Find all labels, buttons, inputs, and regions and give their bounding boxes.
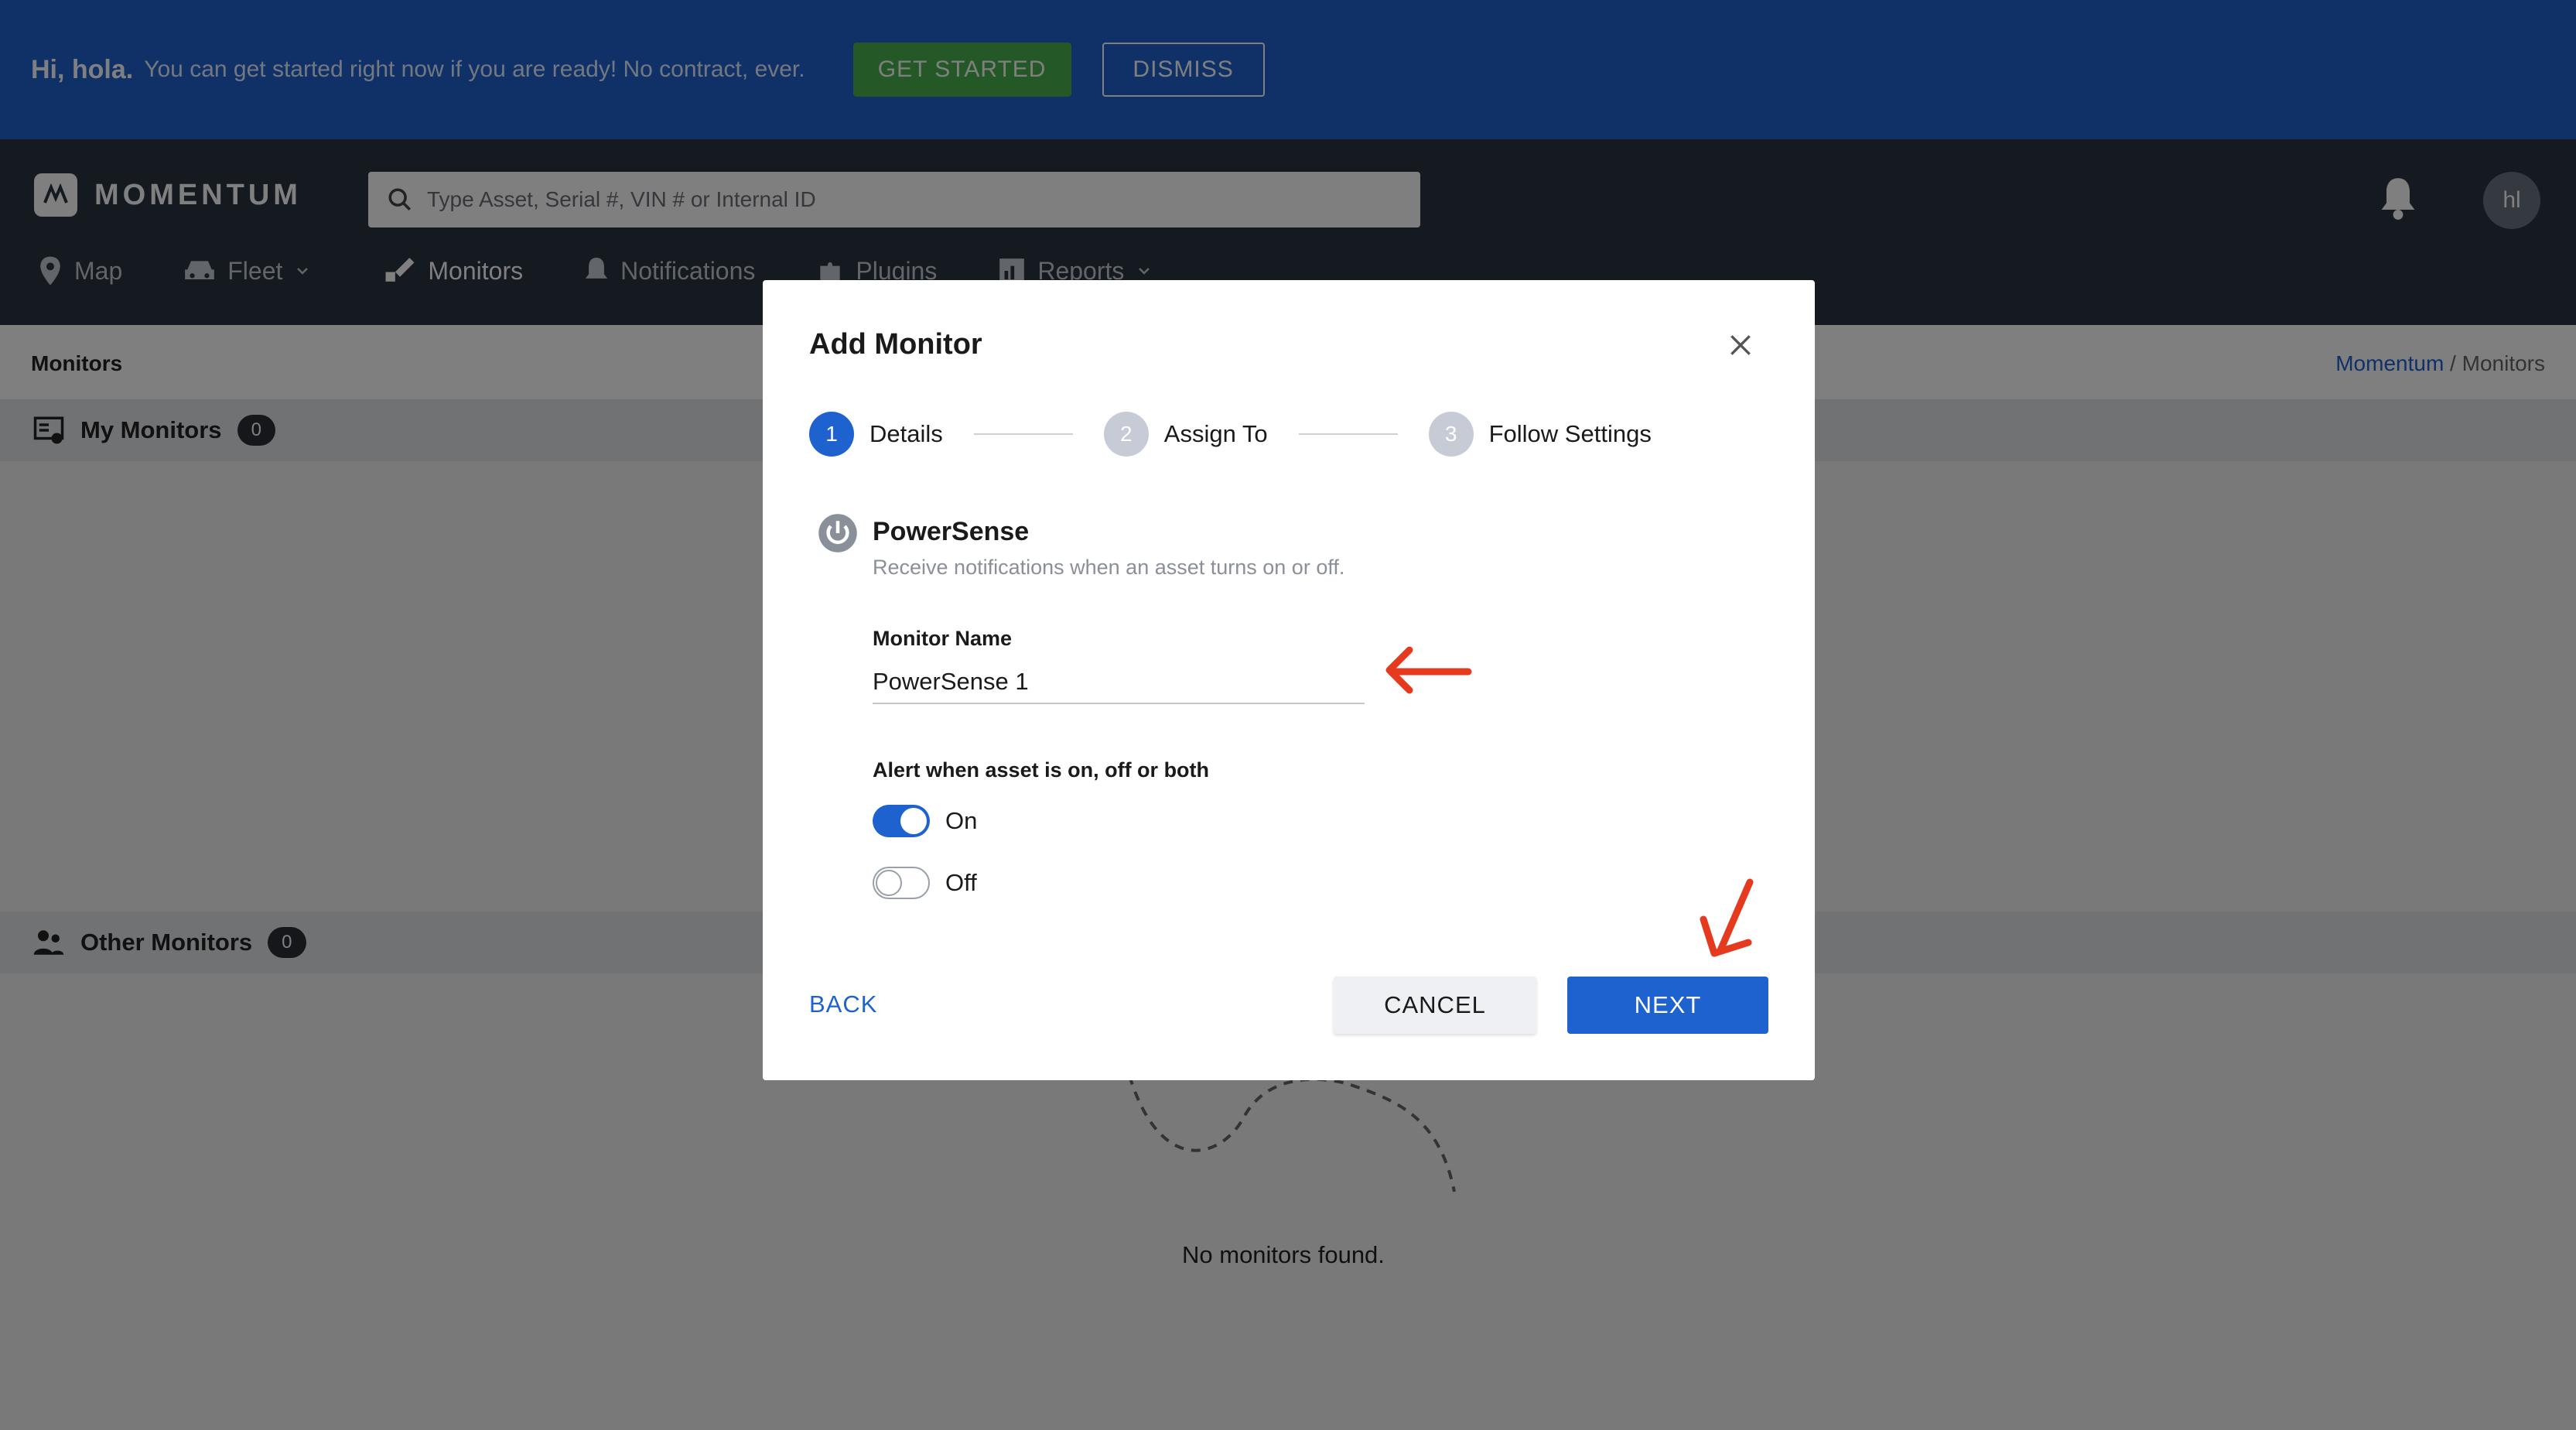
cancel-button[interactable]: CANCEL xyxy=(1334,977,1536,1034)
toggle-on-label: On xyxy=(945,807,978,834)
monitor-name-input[interactable] xyxy=(873,661,1365,704)
toggle-off-switch[interactable] xyxy=(873,867,930,899)
step-1-label: Details xyxy=(869,420,943,447)
step-3-number: 3 xyxy=(1428,412,1474,457)
monitor-type-description: Receive notifications when an asset turn… xyxy=(873,556,1345,579)
next-button[interactable]: NEXT xyxy=(1567,977,1768,1034)
toggle-off-label: Off xyxy=(945,869,977,896)
step-3-label: Follow Settings xyxy=(1488,420,1652,447)
step-1-number: 1 xyxy=(809,412,854,457)
toggle-knob xyxy=(876,870,902,896)
stepper: 1 Details 2 Assign To 3 Follow Settings xyxy=(809,412,1652,457)
add-monitor-dialog: Add Monitor 1 Details 2 Assign To 3 Foll… xyxy=(763,280,1815,1080)
toggle-on-switch[interactable] xyxy=(873,805,930,837)
toggle-on-row: On xyxy=(873,805,977,837)
power-icon xyxy=(818,514,857,552)
toggle-knob xyxy=(900,808,927,834)
step-connector xyxy=(973,433,1073,435)
step-2-number: 2 xyxy=(1103,412,1149,457)
dialog-title: Add Monitor xyxy=(809,328,982,361)
annotation-arrow-left-icon xyxy=(1385,646,1472,694)
annotation-arrow-down-icon xyxy=(1700,878,1754,957)
step-2-label: Assign To xyxy=(1163,420,1268,447)
close-icon[interactable] xyxy=(1725,330,1756,361)
toggle-off-row: Off xyxy=(873,867,977,899)
monitor-name-label: Monitor Name xyxy=(873,627,1013,650)
back-button[interactable]: BACK xyxy=(809,990,877,1018)
step-connector xyxy=(1298,433,1398,435)
alert-option-label: Alert when asset is on, off or both xyxy=(873,758,1210,782)
monitor-type-name: PowerSense xyxy=(873,517,1030,546)
